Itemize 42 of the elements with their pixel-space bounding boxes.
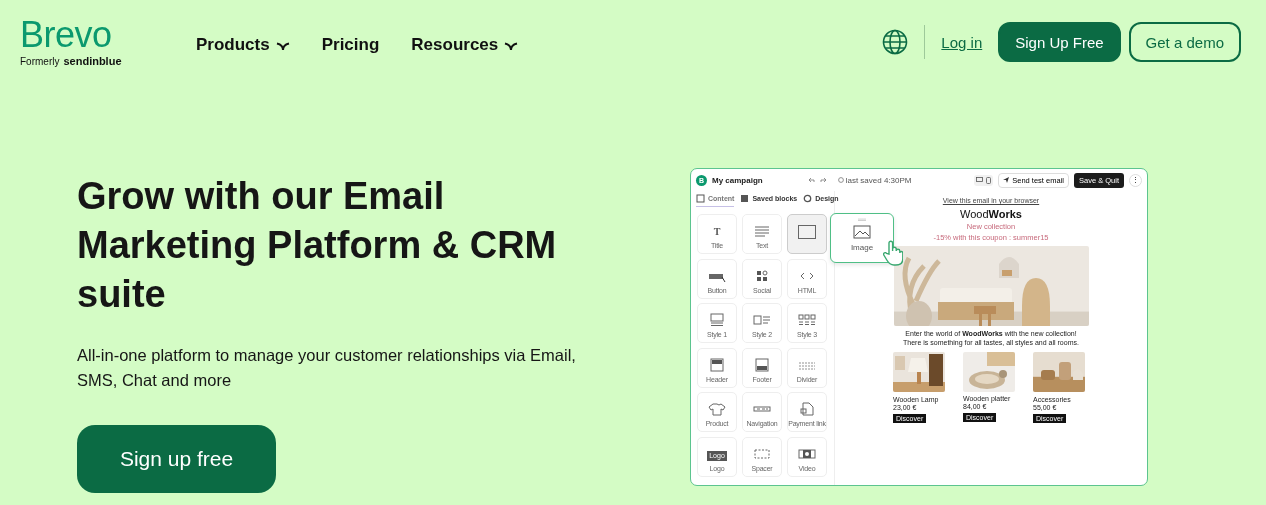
footer-icon [753, 357, 771, 372]
hand-cursor-icon [883, 240, 903, 266]
tab-icon [696, 194, 705, 203]
header-icon [708, 357, 726, 372]
mobile-icon[interactable] [986, 176, 992, 184]
campaign-name: My campaign [712, 175, 763, 185]
logo-caption: Formerly [20, 56, 60, 67]
send-icon [1003, 177, 1010, 183]
hero-heading: Grow with our Email Marketing Platform & CRM suite [77, 174, 558, 317]
lines-icon [753, 224, 771, 238]
login-link[interactable]: Log in [941, 33, 983, 51]
video-icon [798, 446, 816, 461]
demo-button[interactable]: Get a demo [1128, 22, 1241, 62]
tab-icon [803, 194, 813, 203]
chevron-down-icon [504, 41, 519, 51]
dashed-box-icon [753, 446, 771, 461]
globe-icon[interactable] [882, 29, 909, 55]
shirt-icon [708, 402, 726, 416]
nav-link[interactable]: Resources [411, 35, 519, 55]
redo-icon[interactable] [819, 177, 827, 183]
drag-handle-icon [858, 218, 866, 221]
image-icon [853, 225, 871, 239]
sign-up-button[interactable]: Sign up free [77, 425, 276, 493]
grid-icon [798, 313, 816, 327]
dragged-block-label: Image [850, 243, 874, 252]
former-brand-name: sendinblue [63, 55, 122, 67]
undo-icon[interactable] [807, 177, 815, 183]
image-icon [798, 225, 816, 239]
nav-link[interactable]: Pricing [321, 35, 380, 55]
chevron-down-icon [275, 41, 290, 51]
block-tile[interactable] [787, 214, 827, 254]
layout-icon [708, 313, 726, 327]
newsletter-brand: WoodWorks [960, 208, 1022, 220]
sign-up-button[interactable]: Sign Up Free [998, 22, 1121, 62]
layout-icon [753, 313, 771, 327]
save-status: last saved 4:30PM [845, 175, 912, 185]
document-icon [798, 402, 816, 416]
nav-link[interactable]: Products [196, 35, 290, 55]
title-glyph: T [713, 226, 721, 238]
tab-icon [740, 194, 750, 203]
desktop-icon[interactable] [976, 176, 984, 183]
hero-subtitle: All-in-one platform to manage your customer relationships via Email, SMS, Chat and more [77, 345, 577, 391]
